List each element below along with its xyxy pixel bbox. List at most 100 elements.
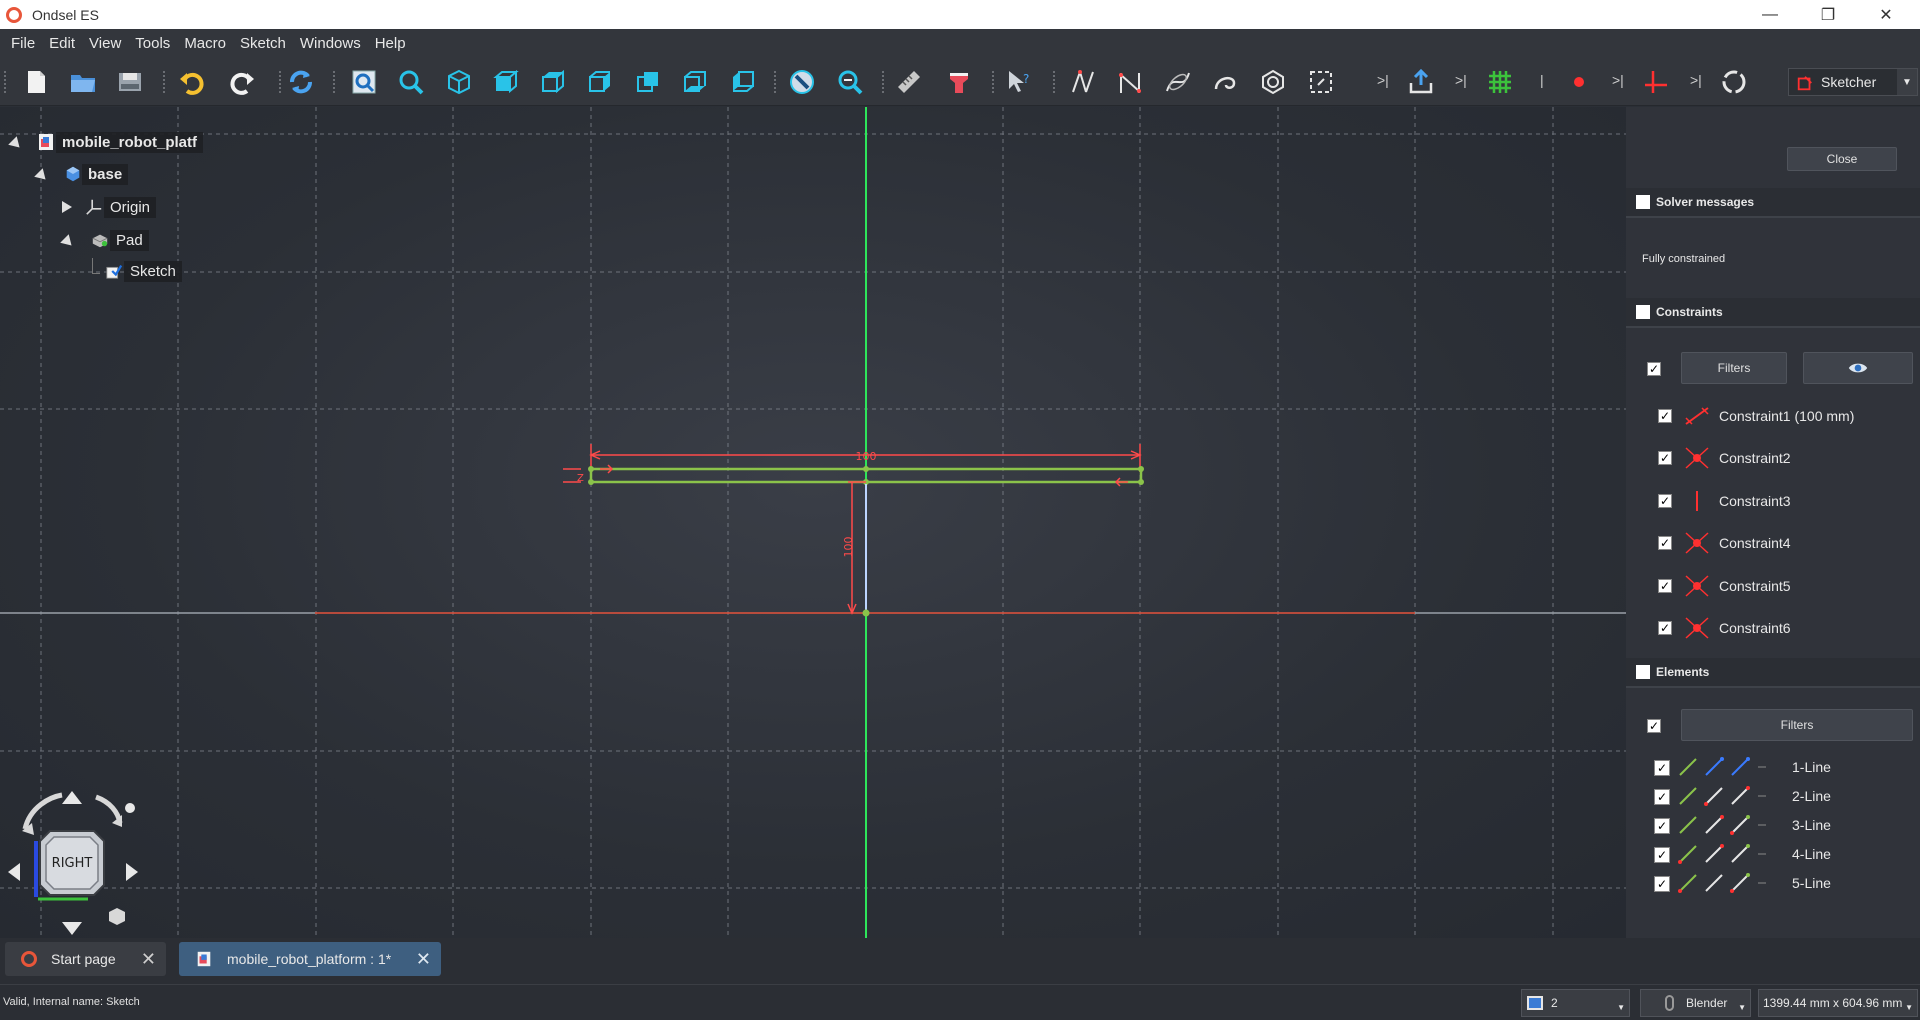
tree-expand-icon[interactable]: [62, 201, 72, 213]
undo-button[interactable]: [176, 66, 208, 98]
element-checkbox[interactable]: ✓: [1654, 847, 1670, 863]
toolbar-overflow-icon[interactable]: >|: [1455, 72, 1467, 88]
sketch-constraint-button-6[interactable]: [1305, 66, 1337, 98]
minimize-button[interactable]: —: [1742, 0, 1798, 29]
element-row[interactable]: ✓ 4-Line: [1626, 842, 1920, 866]
sketch-constraint-button-2[interactable]: [1114, 66, 1146, 98]
sketch-constraint-button-5[interactable]: [1257, 66, 1289, 98]
elements-select-all-checkbox[interactable]: ✓: [1647, 719, 1661, 733]
constraint-row[interactable]: ✓ Constraint2: [1626, 441, 1920, 475]
menu-edit[interactable]: Edit: [42, 35, 82, 52]
constraint-checkbox[interactable]: ✓: [1658, 579, 1672, 593]
rotate-view-button[interactable]: [1718, 66, 1750, 98]
nav-arrow-right-icon[interactable]: [126, 863, 138, 881]
element-checkbox[interactable]: ✓: [1654, 876, 1670, 892]
zoom-box-button[interactable]: [834, 66, 866, 98]
view-count-selector[interactable]: 2 ▼: [1521, 989, 1630, 1017]
tree-item-base[interactable]: base: [34, 162, 129, 186]
open-button[interactable]: [67, 66, 99, 98]
nav-arrow-down-icon[interactable]: [62, 922, 82, 935]
menu-windows[interactable]: Windows: [293, 35, 368, 52]
fit-selection-button[interactable]: [395, 66, 427, 98]
solver-messages-header[interactable]: Solver messages: [1626, 188, 1920, 218]
constraints-select-all-checkbox[interactable]: ✓: [1647, 362, 1661, 376]
whats-this-button[interactable]: ?: [1003, 66, 1035, 98]
3d-viewport[interactable]: 100 Z 100 RIGHT mobile_robot_platf base …: [0, 107, 1626, 938]
constraint-row[interactable]: ✓ Constraint1 (100 mm): [1626, 399, 1920, 433]
toolbar-overflow-icon[interactable]: >|: [1690, 72, 1702, 88]
sketch-constraint-button-4[interactable]: [1209, 66, 1241, 98]
workbench-selector[interactable]: Sketcher ▼: [1788, 68, 1918, 96]
menu-sketch[interactable]: Sketch: [233, 35, 293, 52]
top-view-button[interactable]: [537, 66, 569, 98]
constraint-row[interactable]: ✓ Constraint4: [1626, 526, 1920, 560]
tree-collapse-icon[interactable]: [8, 136, 24, 152]
tab-start-page[interactable]: Start page ✕: [5, 942, 166, 976]
draw-style-button[interactable]: [786, 66, 818, 98]
left-view-button[interactable]: [727, 66, 759, 98]
bottom-view-button[interactable]: [679, 66, 711, 98]
constraints-filters-button[interactable]: Filters: [1681, 352, 1787, 384]
constraint-row[interactable]: ✓ Constraint5: [1626, 569, 1920, 603]
constraint-checkbox[interactable]: ✓: [1658, 494, 1672, 508]
tree-item-origin[interactable]: Origin: [62, 195, 157, 219]
sketch-canvas[interactable]: 100 Z 100 RIGHT: [0, 107, 1626, 938]
nav-arrow-up-icon[interactable]: [62, 791, 82, 804]
constraint-checkbox[interactable]: ✓: [1658, 451, 1672, 465]
element-checkbox[interactable]: ✓: [1654, 760, 1670, 776]
new-document-button[interactable]: [20, 66, 52, 98]
close-sketch-button[interactable]: Close: [1787, 147, 1897, 171]
constraint-row[interactable]: ✓ Constraint3: [1626, 484, 1920, 518]
front-view-button[interactable]: [490, 66, 522, 98]
constraints-header[interactable]: Constraints: [1626, 298, 1920, 328]
menu-tools[interactable]: Tools: [128, 35, 177, 52]
constraint-row[interactable]: ✓ Constraint6: [1626, 611, 1920, 645]
dimension-readout[interactable]: 1399.44 mm x 604.96 mm ▼: [1758, 989, 1918, 1017]
nav-arrow-left-icon[interactable]: [8, 863, 20, 881]
menu-help[interactable]: Help: [368, 35, 413, 52]
menu-macro[interactable]: Macro: [177, 35, 233, 52]
maximize-button[interactable]: ❐: [1800, 0, 1856, 29]
tree-item-document[interactable]: mobile_robot_platf: [8, 130, 204, 154]
element-checkbox[interactable]: ✓: [1654, 789, 1670, 805]
measure-button[interactable]: [893, 66, 925, 98]
constraint-checkbox[interactable]: ✓: [1658, 536, 1672, 550]
navigation-style-selector[interactable]: Blender ▼: [1640, 989, 1751, 1017]
toolbar-overflow-icon[interactable]: >|: [1377, 72, 1389, 88]
close-window-button[interactable]: ✕: [1858, 0, 1914, 29]
constraint-checkbox[interactable]: ✓: [1658, 621, 1672, 635]
fit-all-button[interactable]: [348, 66, 380, 98]
rear-view-button[interactable]: [632, 66, 664, 98]
redo-button[interactable]: [226, 66, 258, 98]
elements-filters-button[interactable]: Filters: [1681, 709, 1913, 741]
menu-view[interactable]: View: [82, 35, 128, 52]
right-view-button[interactable]: [584, 66, 616, 98]
axis-button[interactable]: [1640, 66, 1672, 98]
element-row[interactable]: ✓ 3-Line: [1626, 813, 1920, 837]
tree-collapse-icon[interactable]: [60, 234, 76, 250]
element-checkbox[interactable]: ✓: [1654, 818, 1670, 834]
isometric-view-button[interactable]: [443, 66, 475, 98]
sketch-constraint-button-1[interactable]: [1067, 66, 1099, 98]
element-row[interactable]: ✓ 2-Line: [1626, 784, 1920, 808]
tab-mobile-robot-platform[interactable]: mobile_robot_platform : 1* ✕: [179, 942, 441, 976]
export-button[interactable]: [1405, 66, 1437, 98]
elements-header[interactable]: Elements: [1626, 658, 1920, 688]
toolbar-overflow-icon[interactable]: |: [1540, 72, 1544, 88]
toolbar-overflow-icon[interactable]: >|: [1612, 72, 1624, 88]
menu-file[interactable]: File: [4, 35, 42, 52]
element-row[interactable]: ✓ 5-Line: [1626, 871, 1920, 895]
refresh-button[interactable]: [285, 66, 317, 98]
grid-button[interactable]: [1484, 66, 1516, 98]
toggle-visibility-button[interactable]: [1803, 352, 1913, 384]
sketch-constraint-button-3[interactable]: [1162, 66, 1194, 98]
element-row[interactable]: ✓ 1-Line: [1626, 755, 1920, 779]
tree-collapse-icon[interactable]: [34, 168, 50, 184]
tree-item-pad[interactable]: Pad: [60, 228, 149, 252]
close-tab-icon[interactable]: ✕: [416, 949, 431, 970]
appearance-button[interactable]: [943, 66, 975, 98]
constraint-checkbox[interactable]: ✓: [1658, 409, 1672, 423]
snap-button[interactable]: [1563, 66, 1595, 98]
close-tab-icon[interactable]: ✕: [141, 949, 156, 970]
save-button[interactable]: [114, 66, 146, 98]
